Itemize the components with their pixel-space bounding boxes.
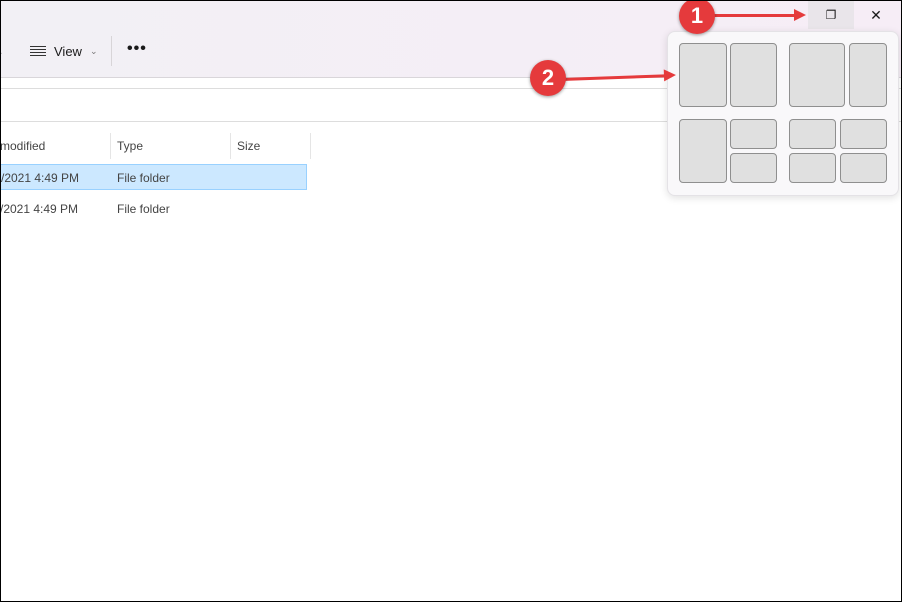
column-header-date-modified[interactable]: modified [0, 133, 111, 159]
view-label: View [54, 43, 82, 59]
type-cell: File folder [117, 202, 170, 216]
chevron-down-icon: ⌄ [89, 45, 98, 56]
snap-layouts-flyout [667, 31, 899, 196]
snap-zone-quad-top-left[interactable] [789, 119, 836, 149]
snap-zone-left-tall[interactable] [679, 119, 727, 183]
snap-zone-half-left[interactable] [679, 43, 727, 107]
close-button[interactable]: ✕ [853, 1, 899, 29]
restore-button[interactable]: ❐ [808, 1, 854, 29]
restore-icon: ❐ [825, 8, 837, 22]
snap-zone-wide-left[interactable] [789, 43, 845, 107]
column-header-type[interactable]: Type [111, 133, 231, 159]
snap-zone-quad-top-right[interactable] [840, 119, 887, 149]
snap-zone-right-top[interactable] [730, 119, 777, 149]
type-cell: File folder [117, 171, 170, 185]
snap-zone-half-right[interactable] [730, 43, 777, 107]
snap-zone-quad-bottom-left[interactable] [789, 153, 836, 183]
chevron-down-icon[interactable]: ⌄ [0, 47, 4, 58]
view-lines-icon [30, 46, 46, 56]
snap-zone-narrow-right[interactable] [849, 43, 887, 107]
snap-zone-right-bottom[interactable] [730, 153, 777, 183]
annotation-arrow [712, 9, 806, 21]
close-icon: ✕ [870, 6, 882, 23]
column-header-size[interactable]: Size [231, 133, 311, 159]
date-cell: /2021 4:49 PM [0, 202, 79, 216]
table-row[interactable]: /2021 4:49 PM File folder [0, 164, 307, 190]
toolbar-divider [111, 36, 112, 66]
view-button[interactable]: View ⌄ [30, 40, 98, 62]
more-options-button[interactable]: ••• [127, 40, 147, 58]
date-cell: /2021 4:49 PM [1, 171, 80, 185]
snap-zone-quad-bottom-right[interactable] [840, 153, 887, 183]
annotation-badge-2: 2 [530, 60, 566, 96]
table-row[interactable]: /2021 4:49 PM File folder [0, 196, 307, 222]
